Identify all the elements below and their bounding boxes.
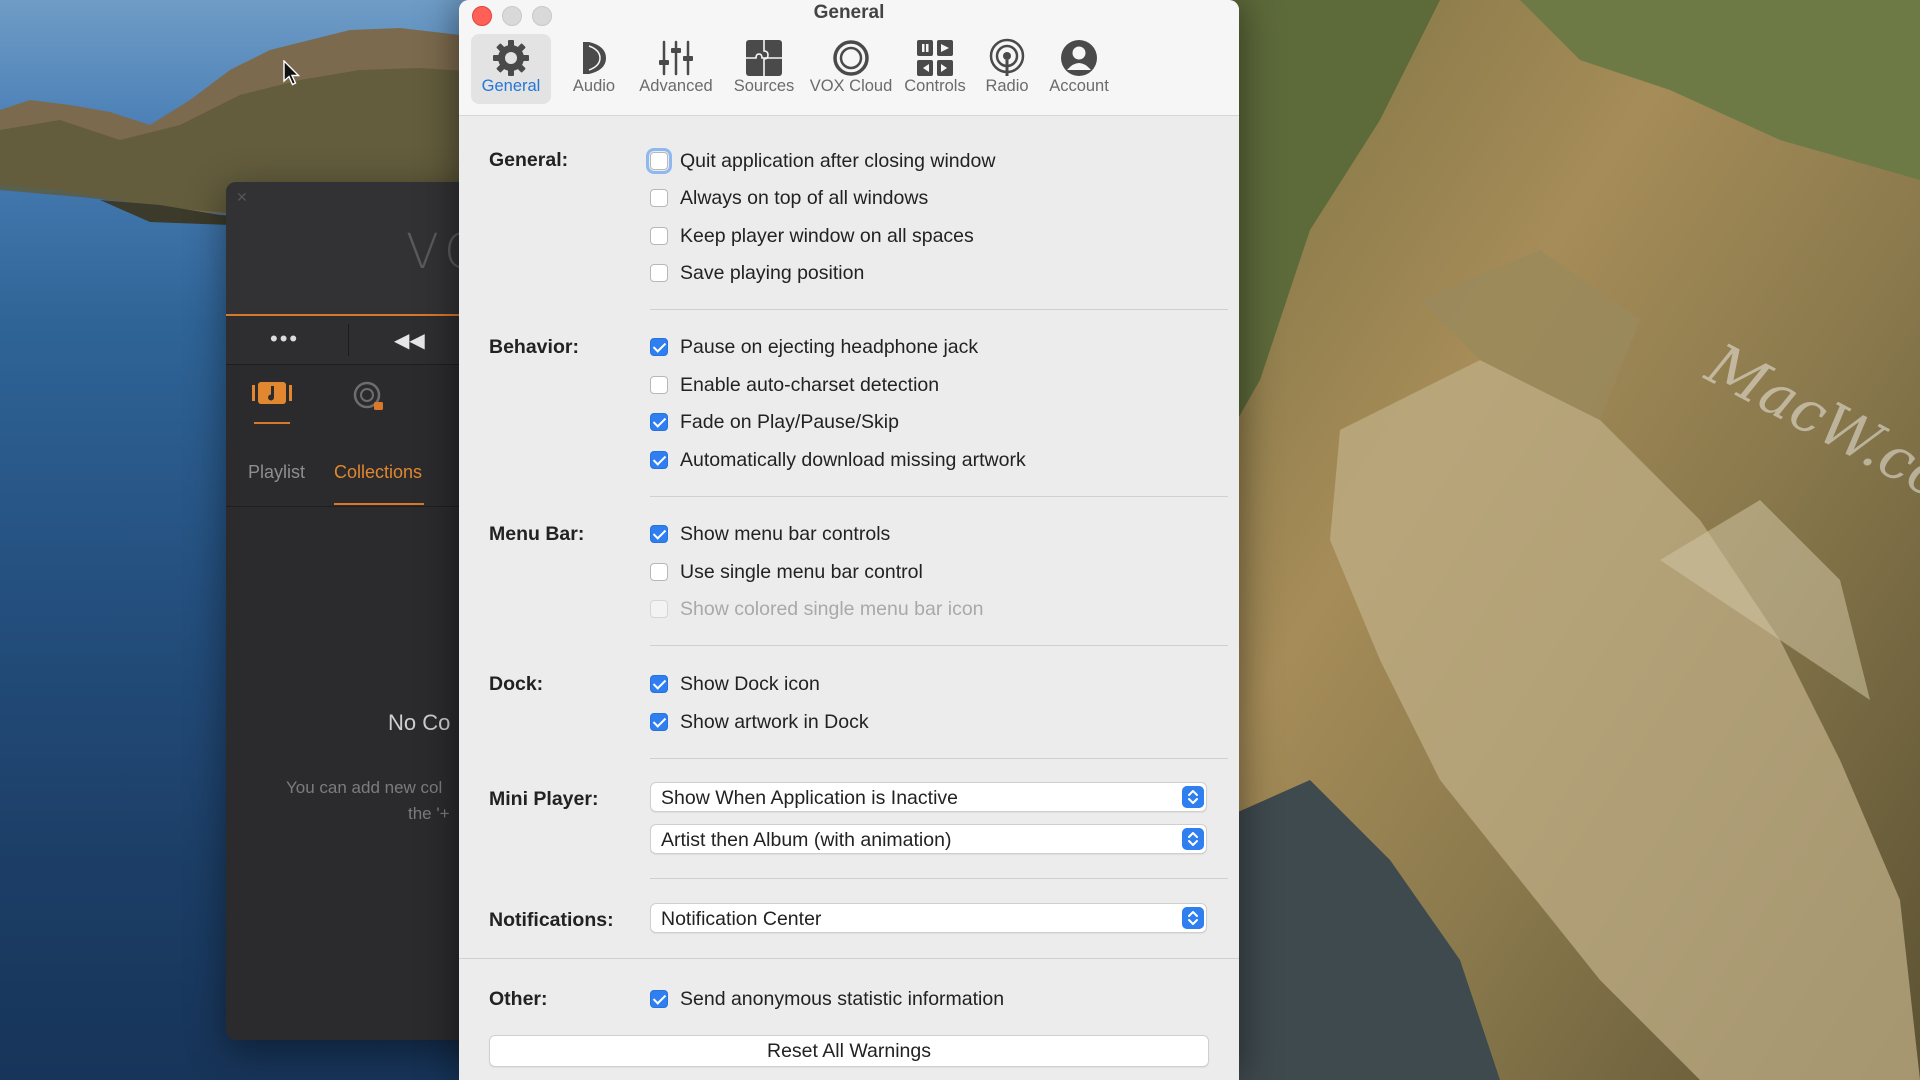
tab-controls[interactable]: Controls	[897, 34, 973, 104]
puzzle-icon	[746, 40, 782, 76]
section-label-menubar: Menu Bar:	[489, 523, 585, 545]
tab-label: Sources	[733, 77, 795, 95]
checkbox-label: Keep player window on all spaces	[680, 225, 974, 247]
tab-account[interactable]: Account	[1041, 34, 1117, 104]
cloud-ring-icon	[833, 40, 869, 76]
section-label-notifications: Notifications:	[489, 909, 614, 931]
media-controls-icon	[917, 40, 953, 76]
tab-label: Controls	[904, 77, 966, 95]
checkbox-label: Always on top of all windows	[680, 187, 929, 209]
select-value: Artist then Album (with animation)	[661, 829, 952, 851]
checkbox-label: Save playing position	[680, 262, 865, 284]
checkbox-label: Show menu bar controls	[680, 523, 891, 545]
divider	[650, 309, 1228, 310]
tab-sources[interactable]: Sources	[723, 34, 805, 104]
gear-icon	[493, 40, 529, 76]
checkbox	[650, 600, 668, 618]
checkbox-label: Show colored single menu bar icon	[680, 598, 984, 620]
checkbox[interactable]	[650, 189, 668, 207]
chevron-updown-icon	[1182, 786, 1204, 808]
chevron-updown-icon	[1182, 907, 1204, 929]
active-tab-indicator	[334, 503, 424, 505]
tab-label: Advanced	[639, 77, 713, 95]
checkbox[interactable]	[650, 227, 668, 245]
checkbox-label: Enable auto-charset detection	[680, 374, 940, 396]
tab-label: Audio	[572, 77, 616, 95]
tab-general[interactable]: General	[471, 34, 551, 104]
tab-label: VOX Cloud	[809, 77, 893, 95]
checkbox[interactable]	[646, 148, 672, 174]
window-title: General	[813, 2, 885, 23]
checkbox-label: Show Dock icon	[680, 673, 820, 695]
tab-advanced[interactable]: Advanced	[631, 34, 721, 104]
divider	[650, 496, 1228, 497]
vox-controls-bar: ••• ◀◀	[226, 316, 486, 365]
tab-radio[interactable]: Radio	[975, 34, 1039, 104]
radio-lock-icon[interactable]	[352, 380, 386, 414]
speaker-icon	[583, 42, 606, 74]
tab-collections[interactable]: Collections	[334, 462, 422, 483]
checkbox[interactable]	[650, 376, 668, 394]
more-options-button[interactable]: •••	[270, 326, 299, 352]
checkbox[interactable]	[650, 451, 668, 469]
vox-player-window[interactable]: ✕ VO ••• ◀◀ Playlist Collections No Co Y…	[226, 182, 486, 1040]
divider	[348, 324, 349, 356]
reset-warnings-button[interactable]: Reset All Warnings	[489, 1035, 1209, 1067]
tab-playlist[interactable]: Playlist	[248, 462, 305, 483]
section-label-dock: Dock:	[489, 673, 544, 695]
checkbox[interactable]	[650, 713, 668, 731]
music-library-icon[interactable]	[252, 380, 292, 406]
checkbox[interactable]	[650, 525, 668, 543]
active-indicator	[254, 422, 290, 424]
empty-state-title: No Co	[388, 710, 451, 735]
checkbox-label: Pause on ejecting headphone jack	[680, 336, 979, 358]
miniplayer-display-select[interactable]: Artist then Album (with animation)	[650, 824, 1207, 854]
divider	[650, 758, 1228, 759]
section-label-behavior: Behavior:	[489, 336, 579, 358]
checkbox-label: Fade on Play/Pause/Skip	[680, 411, 899, 433]
sliders-icon	[659, 40, 693, 76]
checkbox[interactable]	[650, 990, 668, 1008]
tab-audio[interactable]: Audio	[559, 34, 629, 104]
empty-state-text: You can add new col	[286, 778, 443, 797]
tab-vox-cloud[interactable]: VOX Cloud	[809, 34, 893, 104]
checkbox[interactable]	[650, 413, 668, 431]
vox-header: ✕ VO	[226, 182, 486, 316]
preferences-window[interactable]: General General Audio Advanced Sources V…	[459, 0, 1239, 1080]
checkbox-label: Send anonymous statistic information	[680, 988, 1005, 1010]
section-label-other: Other:	[489, 988, 548, 1010]
divider	[650, 878, 1228, 879]
vox-source-icons	[226, 366, 486, 436]
rewind-icon[interactable]: ◀◀	[394, 328, 425, 353]
divider	[650, 645, 1228, 646]
tab-label: Account	[1049, 77, 1109, 95]
empty-state-text: the '+	[408, 804, 450, 823]
select-value: Show When Application is Inactive	[661, 787, 958, 809]
notifications-select[interactable]: Notification Center	[650, 903, 1207, 933]
vox-tabs: Playlist Collections	[226, 446, 486, 507]
radio-icon	[989, 38, 1025, 76]
checkbox-label: Automatically download missing artwork	[680, 449, 1026, 471]
tab-label: General	[481, 77, 541, 95]
section-label-miniplayer: Mini Player:	[489, 788, 599, 810]
mouse-cursor-icon	[283, 60, 301, 86]
checkbox-label: Use single menu bar control	[680, 561, 923, 583]
checkbox-label: Quit application after closing window	[680, 150, 996, 172]
tab-label: Radio	[985, 77, 1029, 95]
account-icon	[1061, 40, 1097, 76]
miniplayer-visibility-select[interactable]: Show When Application is Inactive	[650, 782, 1207, 812]
chevron-updown-icon	[1182, 828, 1204, 850]
checkbox-label: Show artwork in Dock	[680, 711, 869, 733]
checkbox[interactable]	[650, 675, 668, 693]
checkbox[interactable]	[650, 338, 668, 356]
title-bar: General General Audio Advanced Sources V…	[459, 0, 1239, 116]
checkbox[interactable]	[650, 563, 668, 581]
right-cliff	[1220, 0, 1920, 1080]
select-value: Notification Center	[661, 908, 822, 930]
close-icon[interactable]: ✕	[236, 190, 250, 204]
divider	[459, 958, 1239, 959]
checkbox[interactable]	[650, 264, 668, 282]
section-label-general: General:	[489, 149, 569, 171]
